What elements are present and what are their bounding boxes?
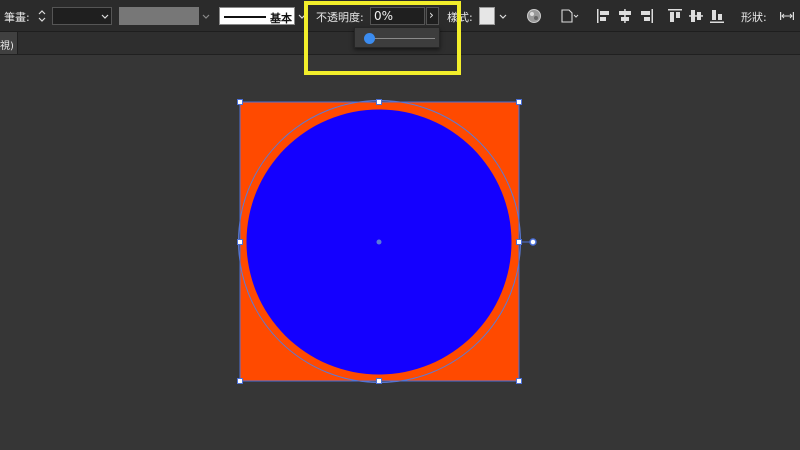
selection-handle-middle-right[interactable] [516,239,522,245]
stroke-label: 筆畫: [4,11,30,24]
brush-definition-field[interactable]: 基本 [219,7,295,25]
center-point [376,239,382,245]
opacity-slider-thumb[interactable] [363,33,375,44]
chevron-down-icon[interactable] [201,12,211,22]
document-tab[interactable]: 視) [0,32,18,54]
chevron-down-icon[interactable] [100,12,110,22]
opacity-slider-track[interactable] [369,38,435,39]
selection-handle-bottom-left[interactable] [237,378,243,384]
shape-label: 形狀: [741,11,767,24]
opacity-slider-popup [354,27,440,48]
brush-label: 基本 [270,12,292,25]
selection-handle-bottom-center[interactable] [376,378,382,384]
selection-handle-bottom-right[interactable] [516,378,522,384]
doc-setup-icon[interactable] [560,8,579,24]
opacity-value: 0% [374,9,394,23]
distribute-icon[interactable] [779,8,795,24]
stroke-line-icon [224,16,266,18]
style-label: 樣式: [447,11,473,24]
fill-swatch[interactable] [119,7,199,25]
align-hcenter-icon[interactable] [617,8,633,24]
align-top-icon[interactable] [667,8,683,24]
chevron-down-icon[interactable] [297,12,307,22]
canvas-area[interactable] [0,56,800,450]
recolor-icon[interactable] [526,8,542,24]
stroke-weight-stepper[interactable] [36,8,48,24]
selection-handle-top-center[interactable] [376,99,382,105]
opacity-label: 不透明度: [316,11,364,24]
chevron-down-icon[interactable] [498,12,508,22]
rotation-handle[interactable] [529,238,537,246]
opacity-field[interactable]: 0% [370,7,425,25]
selection-handle-top-left[interactable] [237,99,243,105]
document-tab-label: 視) [0,41,14,52]
selection-handle-top-right[interactable] [516,99,522,105]
align-right-icon[interactable] [638,8,654,24]
chevron-right-icon: › [429,8,434,22]
align-left-icon[interactable] [596,8,612,24]
selection-handle-middle-left[interactable] [237,239,243,245]
stepper-arrows-icon[interactable] [36,8,48,24]
style-swatch[interactable] [479,7,495,25]
opacity-expand-button[interactable]: › [426,7,439,25]
align-vcenter-icon[interactable] [688,8,704,24]
align-bottom-icon[interactable] [709,8,725,24]
artboard-artwork [238,100,537,383]
